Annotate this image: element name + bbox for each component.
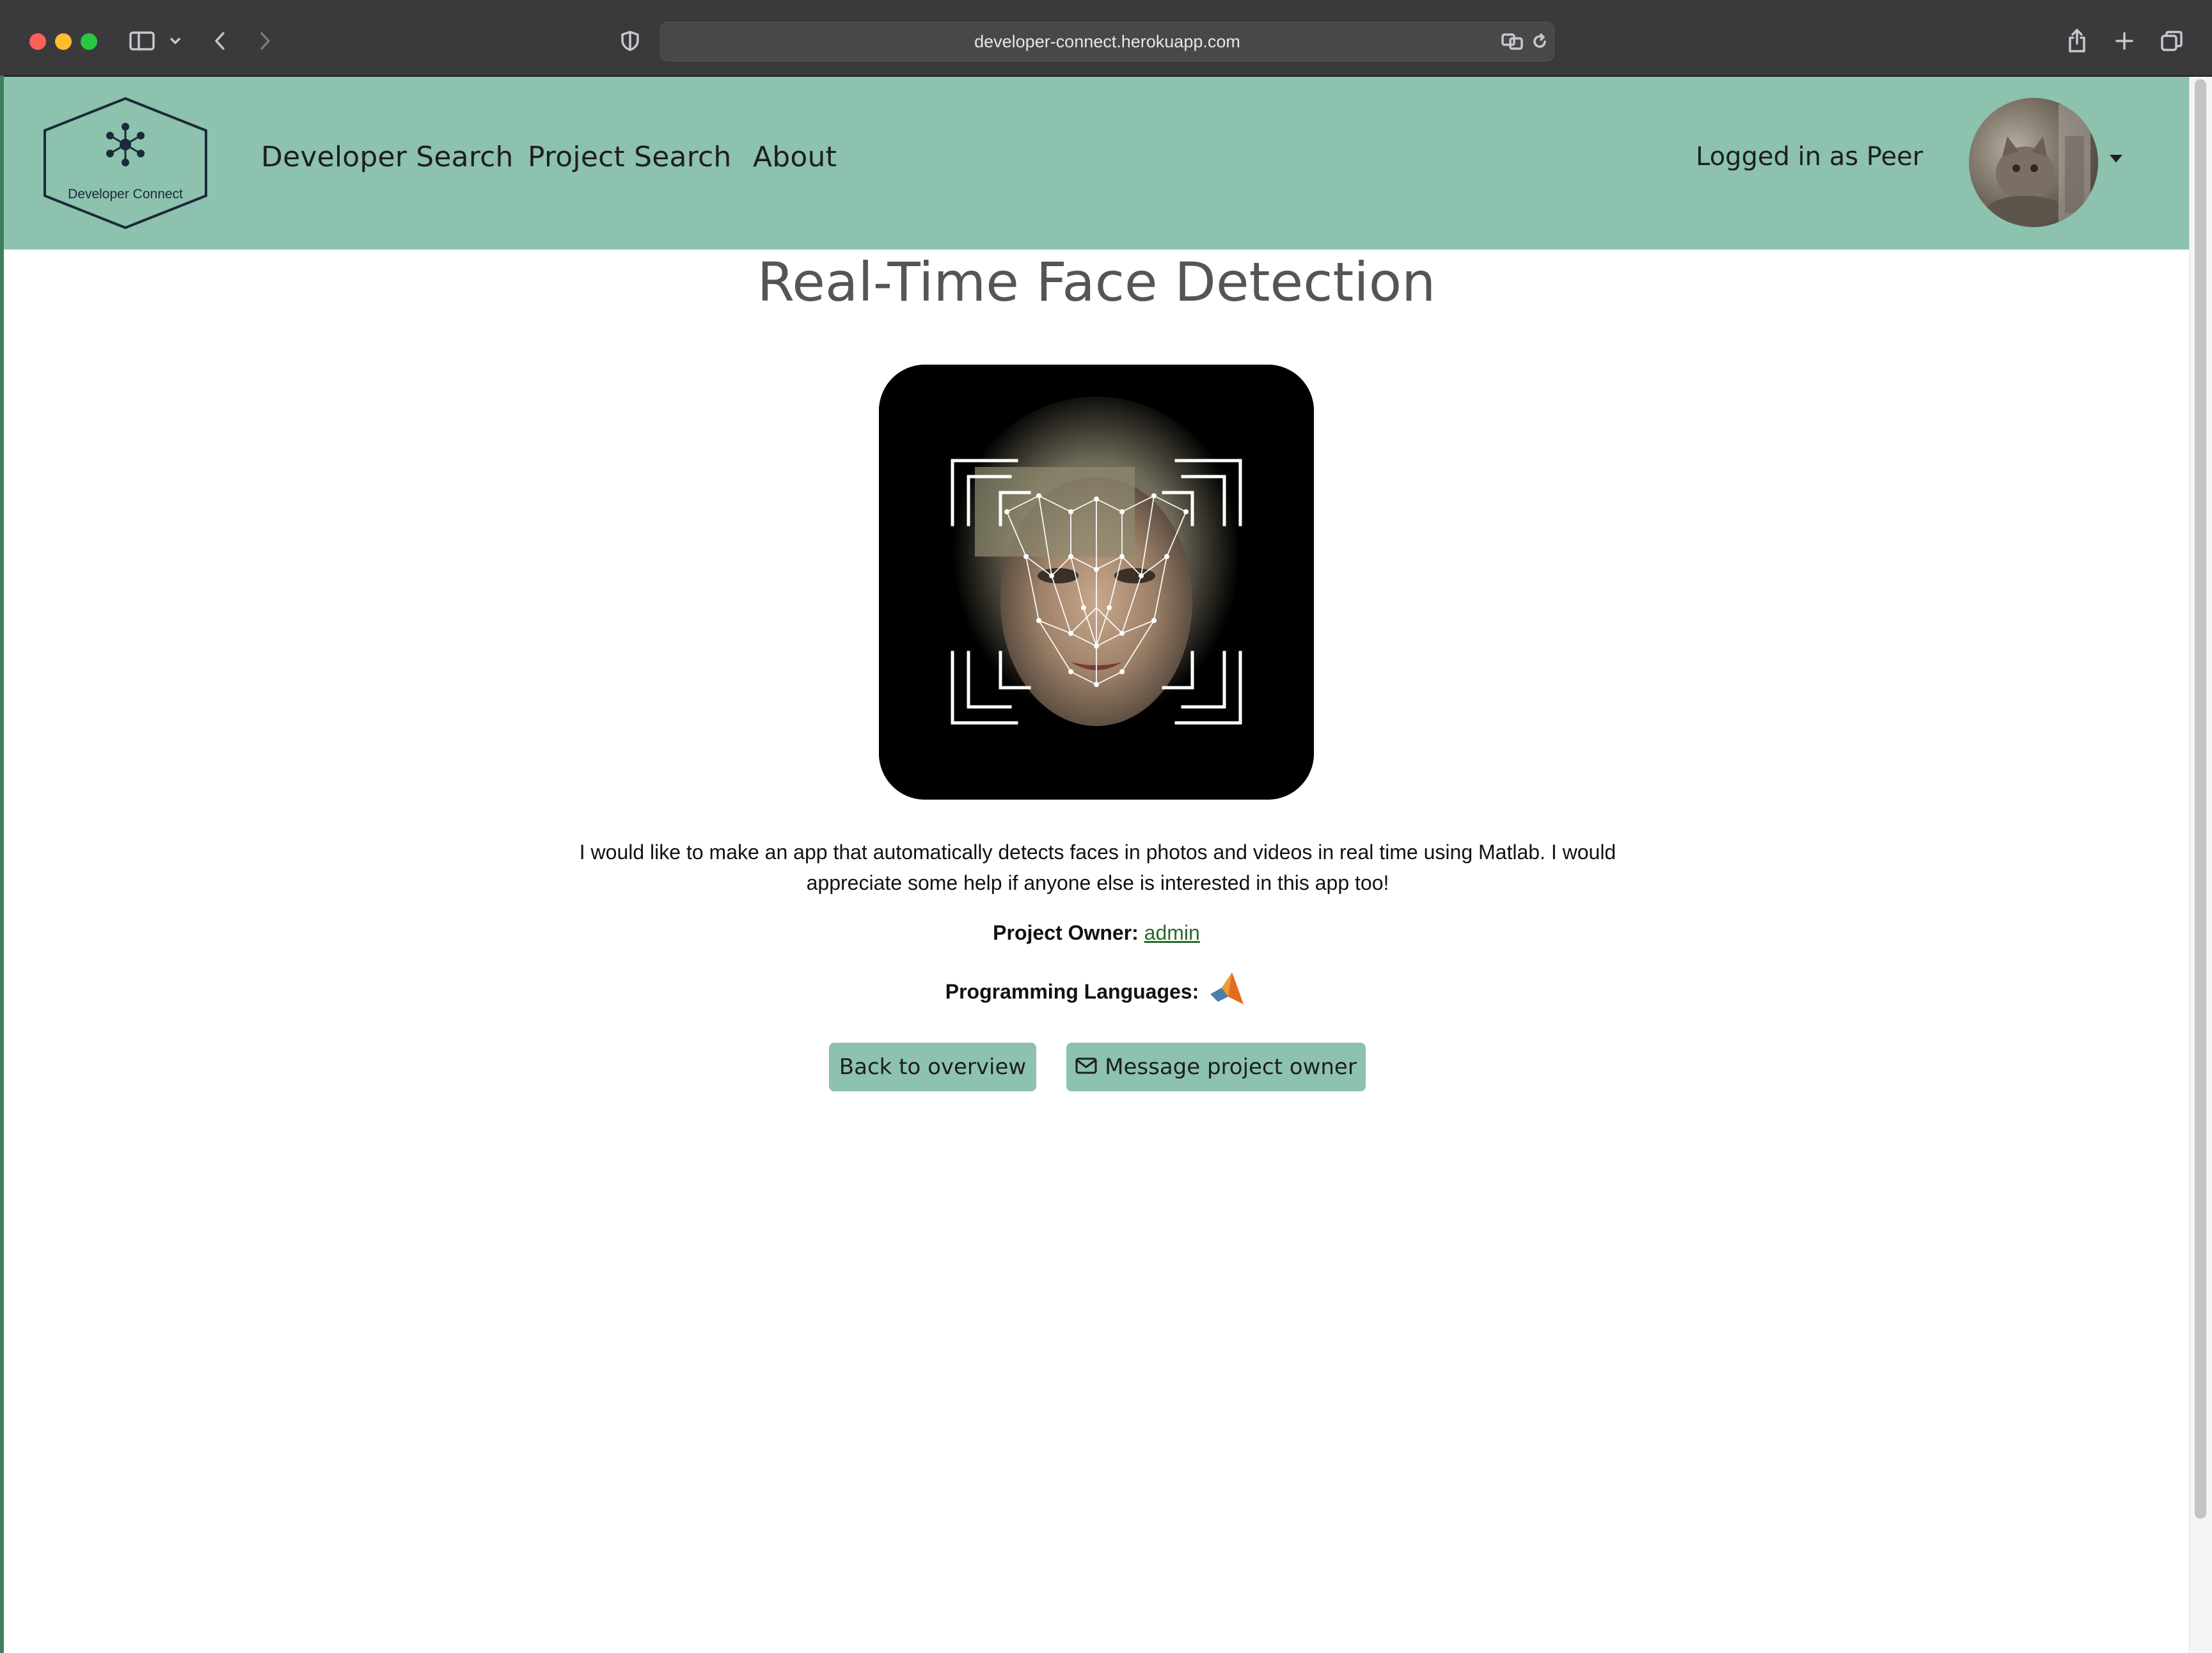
logo-text: Developer Connect: [68, 187, 183, 202]
user-menu-caret-icon[interactable]: [2110, 155, 2122, 162]
nav-project-search[interactable]: Project Search: [528, 141, 732, 173]
address-bar[interactable]: developer-connect.herokuapp.com: [660, 22, 1554, 61]
forward-arrow-icon[interactable]: [251, 24, 279, 58]
project-owner-line: Project Owner: admin: [4, 921, 2189, 945]
nav-about[interactable]: About: [753, 141, 837, 173]
project-image: [879, 365, 1314, 800]
matlab-icon: [1206, 969, 1247, 1015]
chevron-down-icon[interactable]: [165, 24, 186, 58]
scrollbar-thumb[interactable]: [2195, 79, 2206, 1519]
sidebar-toggle-icon[interactable]: [125, 24, 159, 58]
programming-languages-label: Programming Languages:: [945, 979, 1199, 1003]
browser-toolbar: developer-connect.herokuapp.com: [0, 0, 2212, 77]
user-avatar[interactable]: [1969, 98, 2098, 227]
face-detection-illustration-icon: [879, 365, 1314, 800]
project-title: Real-Time Face Detection: [757, 251, 1436, 313]
page-scrollbar[interactable]: [2189, 77, 2212, 1653]
share-icon[interactable]: [2061, 24, 2093, 58]
site-logo[interactable]: Developer Connect: [41, 96, 210, 230]
back-to-overview-button[interactable]: Back to overview: [829, 1043, 1036, 1091]
site-navbar: Developer Connect Developer Search Proje…: [4, 77, 2189, 249]
project-owner-label: Project Owner:: [993, 921, 1139, 944]
hexagon-logo-icon: [43, 97, 207, 230]
message-owner-button[interactable]: Message project owner: [1066, 1043, 1366, 1091]
nav-developer-search[interactable]: Developer Search: [261, 141, 514, 173]
programming-languages-line: Programming Languages:: [4, 969, 2189, 1015]
zoom-window-button[interactable]: [81, 33, 97, 50]
user-status-text: Logged in as Peer: [1696, 142, 1924, 171]
translate-icon[interactable]: [1499, 25, 1527, 58]
url-text: developer-connect.herokuapp.com: [974, 32, 1240, 51]
back-arrow-icon[interactable]: [206, 24, 234, 58]
new-tab-plus-icon[interactable]: [2108, 24, 2140, 58]
envelope-icon: [1075, 1054, 1097, 1080]
close-window-button[interactable]: [29, 33, 46, 50]
tab-overview-icon[interactable]: [2156, 24, 2188, 58]
message-owner-label: Message project owner: [1105, 1054, 1357, 1080]
project-owner-link[interactable]: admin: [1144, 921, 1200, 944]
privacy-shield-icon[interactable]: [615, 24, 645, 58]
reload-icon[interactable]: [1528, 25, 1551, 58]
cat-photo-icon: [1987, 104, 2090, 226]
back-to-overview-label: Back to overview: [839, 1054, 1027, 1080]
page-viewport: Developer Connect Developer Search Proje…: [4, 77, 2189, 1653]
project-description: I would like to make an app that automat…: [579, 841, 1616, 894]
minimize-window-button[interactable]: [55, 33, 72, 50]
